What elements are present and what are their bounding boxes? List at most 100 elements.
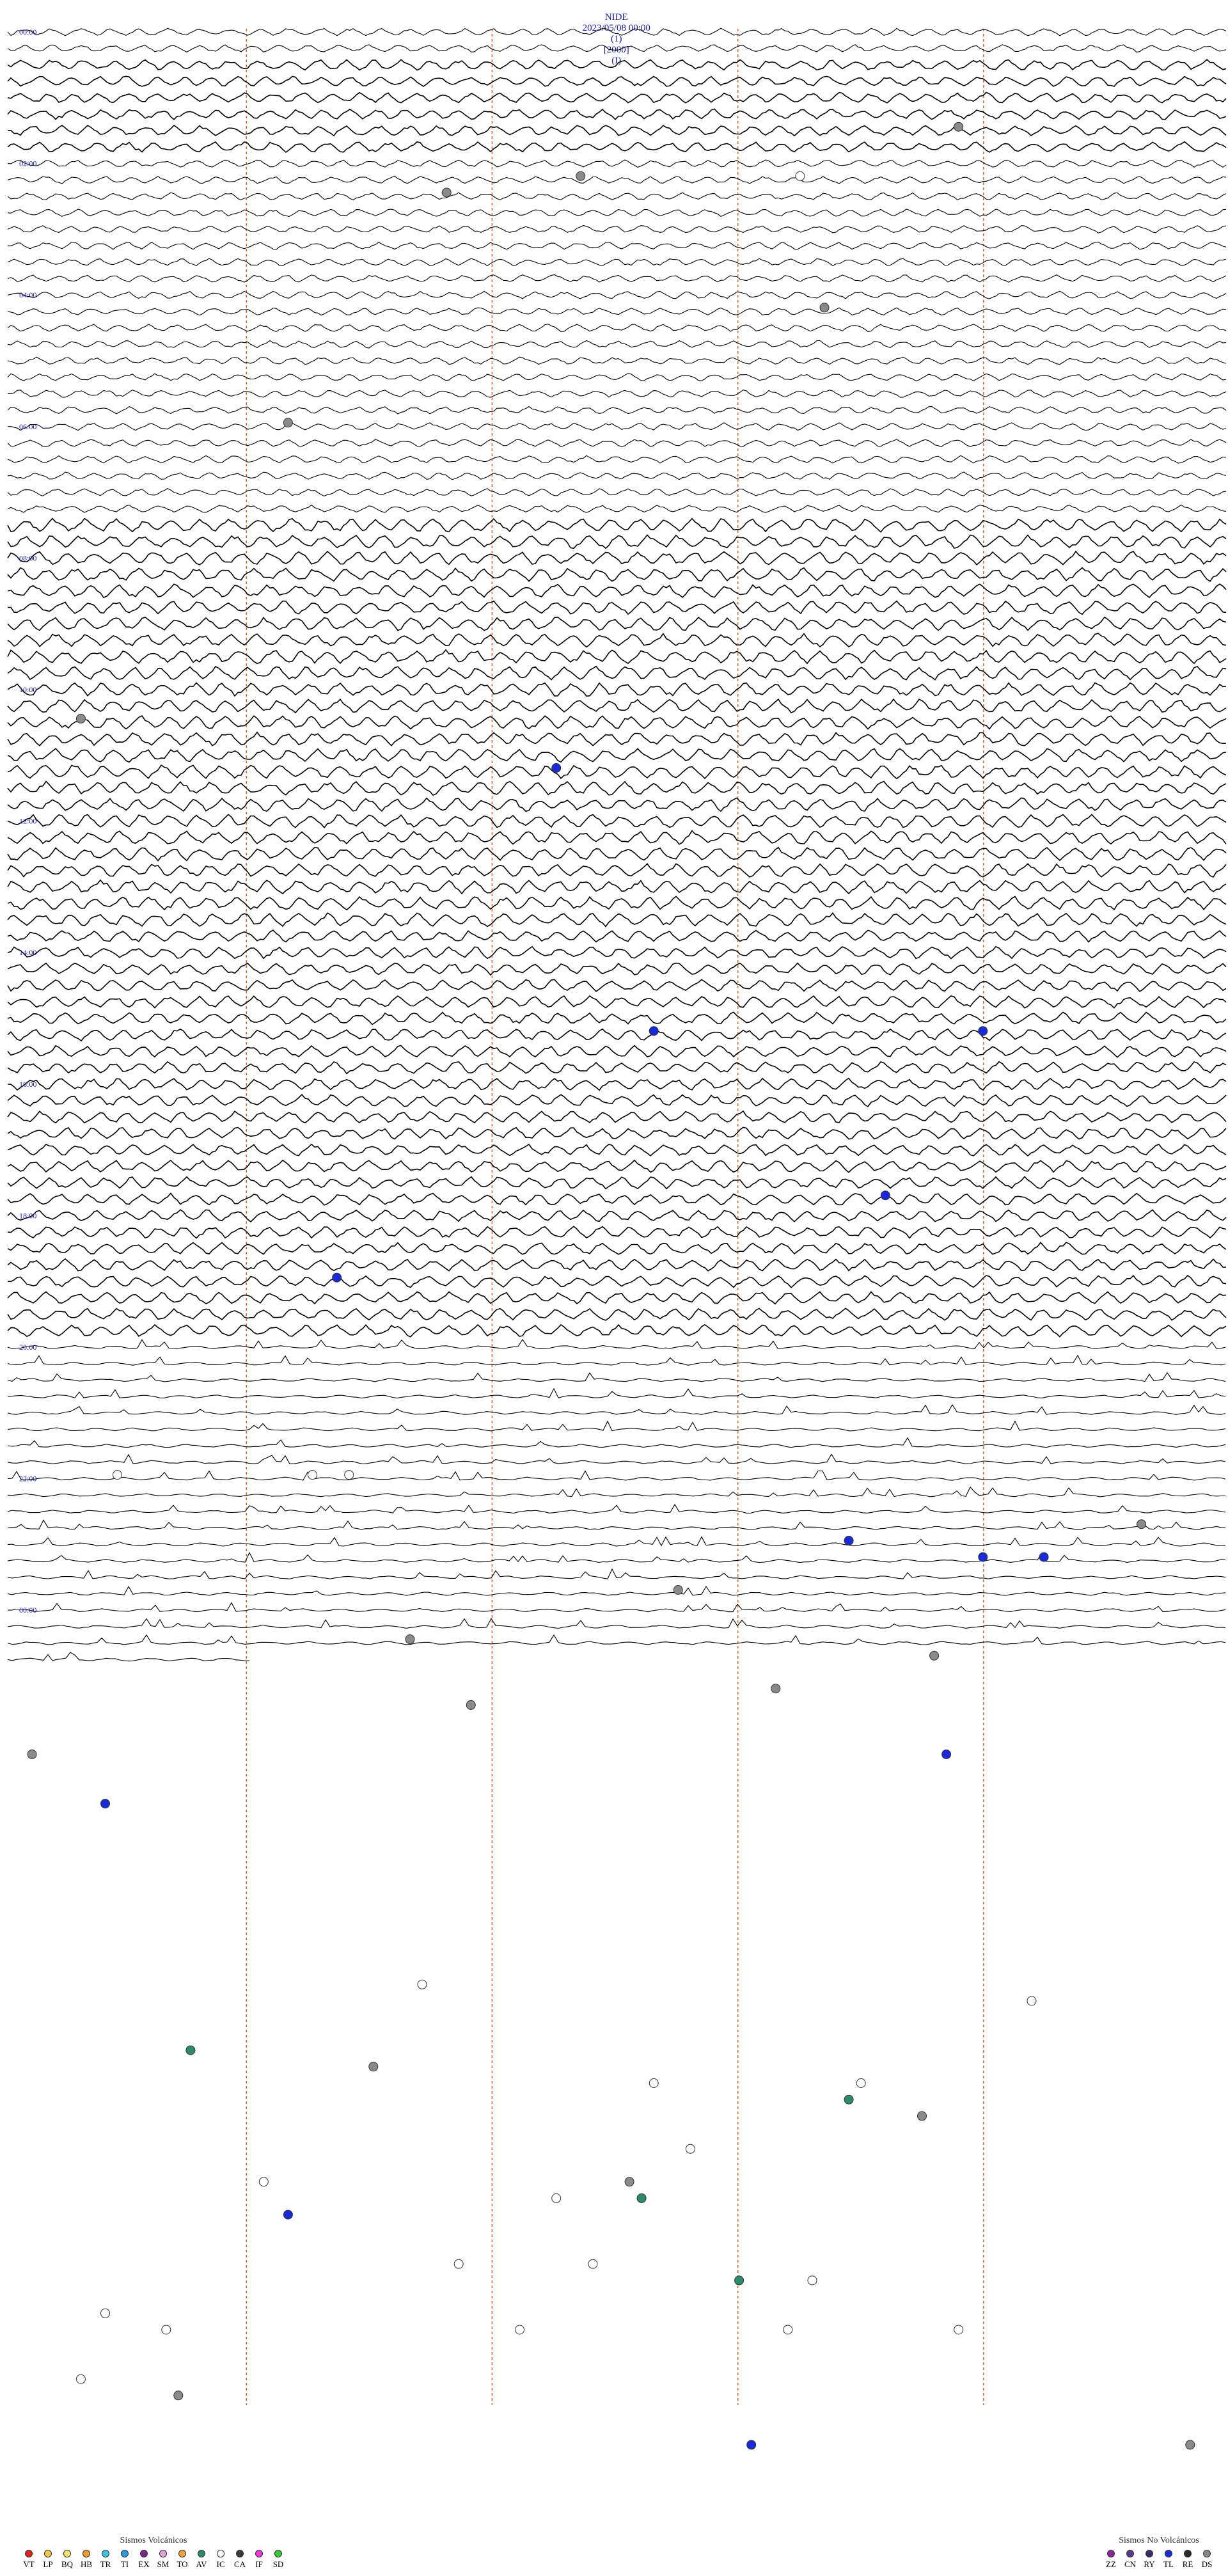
event-marker-ds	[917, 2111, 927, 2121]
legend-nonvolcanic-item-tl: TL	[1159, 2550, 1178, 2570]
trace-line	[7, 814, 1227, 829]
legend-volcanic-swatch	[178, 2550, 186, 2557]
legend-volcanic-label: IC	[216, 2559, 225, 2569]
event-marker-ds	[466, 1700, 476, 1710]
hour-label: 00:00	[19, 1606, 36, 1615]
event-marker-ic	[954, 2325, 964, 2335]
trace-line	[7, 797, 1227, 812]
trace-line	[7, 487, 1227, 497]
legend-volcanic-item-hb: HB	[77, 2550, 96, 2570]
event-marker-ic	[75, 2374, 86, 2384]
trace-line	[7, 698, 1227, 714]
legend-volcanic: Sismos Volcánicos VT LP BQ HB TR TI EX SM TO AV IC…	[19, 2536, 288, 2570]
event-marker-ds	[368, 2062, 379, 2072]
legend-volcanic-label: HB	[80, 2559, 93, 2569]
legend-volcanic-item-tr: TR	[96, 2550, 115, 2570]
event-marker-ds	[576, 171, 586, 181]
trace-line	[7, 1159, 1227, 1173]
trace-line	[7, 175, 1227, 184]
event-markers	[27, 122, 1195, 2450]
hour-label: 06:00	[19, 422, 36, 431]
legend-volcanic-swatch	[236, 2550, 244, 2557]
event-marker-ic	[515, 2325, 524, 2335]
trace-line	[7, 1354, 1226, 1366]
event-marker-tl	[746, 2440, 757, 2450]
trace-line	[7, 159, 1227, 168]
event-marker-ds	[771, 1684, 781, 1694]
legend-volcanic-item-to: TO	[173, 2550, 192, 2570]
event-marker-ic	[258, 2177, 269, 2187]
event-marker-ic	[807, 2275, 817, 2286]
event-marker-ds	[819, 303, 830, 313]
legend-volcanic-label: AV	[196, 2559, 207, 2569]
trace-line	[7, 1242, 1227, 1255]
trace-line	[7, 731, 1227, 747]
trace-line	[7, 340, 1227, 349]
legend-volcanic-swatch	[159, 2550, 167, 2557]
legend-nonvolcanic-item-ds: DS	[1197, 2550, 1216, 2570]
event-marker-av	[185, 2045, 196, 2055]
event-marker-ic	[100, 2308, 110, 2318]
trace-line	[7, 1061, 1227, 1075]
trace-line	[7, 1404, 1226, 1415]
legend-volcanic-swatch	[44, 2550, 52, 2557]
trace-line	[7, 1470, 1226, 1481]
trace-line	[7, 1110, 1227, 1124]
event-marker-tl	[978, 1026, 988, 1036]
trace-line	[7, 1209, 1227, 1222]
hour-label: 02:00	[19, 159, 36, 168]
event-marker-ic	[344, 1470, 354, 1480]
event-marker-tl	[332, 1272, 342, 1283]
legend-nonvolcanic-title: Sismos No Volcánicos	[1119, 2536, 1199, 2545]
trace-line	[7, 764, 1227, 780]
trace-line	[7, 44, 1227, 53]
trace-line	[7, 75, 1227, 87]
event-marker-tl	[880, 1190, 890, 1201]
trace-line	[7, 28, 1227, 36]
legend-volcanic-label: IF	[255, 2559, 263, 2569]
trace-line	[7, 125, 1227, 137]
trace-line	[7, 274, 1227, 283]
seismic-traces	[7, 28, 1227, 1662]
event-marker-av	[636, 2193, 647, 2203]
legend-nonvolcanic-item-cn: CN	[1121, 2550, 1140, 2570]
event-marker-ds	[27, 1750, 37, 1759]
trace-line	[7, 1324, 1227, 1338]
legend-volcanic-label: BQ	[61, 2559, 74, 2569]
legend-nonvolcanic-item-ry: RY	[1140, 2550, 1159, 2570]
trace-line	[8, 600, 1227, 615]
trace-line	[7, 1274, 1227, 1288]
event-marker-av	[844, 2094, 854, 2105]
trace-line	[7, 422, 1227, 431]
event-marker-ds	[624, 2177, 634, 2187]
trace-line	[7, 1420, 1226, 1432]
trace-line	[7, 241, 1227, 250]
trace-line	[7, 141, 1227, 154]
event-marker-tl	[283, 2209, 293, 2220]
legend-nonvolcanic-label: RY	[1144, 2559, 1155, 2569]
legend-volcanic-title: Sismos Volcánicos	[120, 2536, 187, 2545]
legend-volcanic-swatch	[217, 2550, 224, 2557]
helicorder-plot: 00:00 02:00 04:00 06:00 08:00 10:00 12:00 14:00…	[7, 28, 1227, 2450]
hour-label: 22:00	[19, 1474, 36, 1483]
legend-volcanic-item-ic: IC	[211, 2550, 230, 2570]
legend-nonvolcanic-label: ZZ	[1106, 2559, 1116, 2569]
legend-volcanic-item-ti: TI	[115, 2550, 134, 2570]
legend-volcanic-label: TR	[100, 2559, 111, 2569]
trace-line	[7, 1077, 1227, 1091]
event-marker-ds	[75, 713, 86, 723]
trace-line	[7, 1618, 1226, 1629]
event-marker-tl	[844, 1535, 854, 1545]
trace-line	[7, 356, 1227, 365]
trace-line	[7, 91, 1227, 104]
trace-line	[7, 1126, 1227, 1140]
event-marker-ic	[685, 2144, 695, 2154]
legend-nonvolcanic: Sismos No Volcánicos ZZ CN RY TL RE DS	[1101, 2536, 1216, 2570]
trace-line	[7, 192, 1227, 201]
trace-line	[7, 373, 1227, 382]
event-marker-ic	[308, 1470, 317, 1480]
hour-label: 16:00	[19, 1080, 36, 1089]
event-marker-av	[734, 2275, 744, 2286]
legend-volcanic-item-sd: SD	[269, 2550, 288, 2570]
trace-line	[7, 471, 1227, 480]
